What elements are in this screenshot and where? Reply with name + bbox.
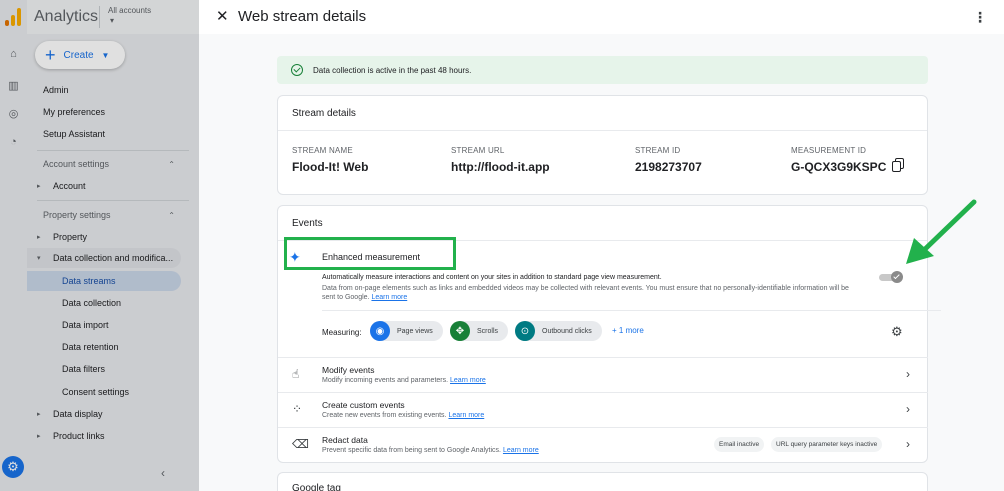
chip-label: Page views <box>397 327 433 335</box>
chip-label: Scrolls <box>477 327 499 335</box>
chip-page-views[interactable]: ◉ Page views <box>370 321 443 341</box>
chip-label: Outbound clicks <box>542 327 592 335</box>
stream-name-value: Flood-It! Web <box>292 160 369 174</box>
card-title: Google tag <box>292 483 341 491</box>
web-stream-details-panel: ✕ Web stream details ⋮ Data collection i… <box>199 0 1004 491</box>
eye-icon: ◉ <box>370 321 390 341</box>
enhanced-measurement-note: Data from on-page elements such as links… <box>322 284 862 302</box>
row-subtitle: Modify incoming events and parameters. L… <box>322 377 486 384</box>
stream-url-label: STREAM URL <box>451 146 505 155</box>
chip-outbound-clicks[interactable]: ⊙ Outbound clicks <box>515 321 602 341</box>
row-subtitle: Prevent specific data from being sent to… <box>322 447 539 454</box>
stream-name-label: STREAM NAME <box>292 146 353 155</box>
stream-url-value: http://flood-it.app <box>451 160 550 174</box>
redact-data-row[interactable]: ⌫ Redact data Prevent specific data from… <box>278 427 928 461</box>
status-badge: URL query parameter keys inactive <box>771 437 883 452</box>
measuring-label: Measuring: <box>322 328 362 337</box>
annotation-arrow <box>906 199 977 264</box>
modal-scrim[interactable] <box>0 0 199 491</box>
learn-more-link[interactable]: Learn more <box>448 412 484 419</box>
stream-details-card: Stream details STREAM NAME Flood-It! Web… <box>277 95 928 195</box>
stream-id-value: 2198273707 <box>635 160 702 174</box>
check-icon <box>891 271 903 283</box>
more-measurements-link[interactable]: + 1 more <box>612 326 644 335</box>
create-custom-events-row[interactable]: ⁘ Create custom events Create new events… <box>278 392 928 426</box>
learn-more-link[interactable]: Learn more <box>450 377 486 384</box>
google-tag-card: Google tag <box>277 472 928 491</box>
check-circle-icon <box>291 64 303 76</box>
modify-events-row[interactable]: ☝ Modify events Modify incoming events a… <box>278 357 928 391</box>
enhanced-measurement-toggle[interactable] <box>879 271 903 283</box>
touch-icon: ☝ <box>292 367 300 381</box>
learn-more-link[interactable]: Learn more <box>503 447 539 454</box>
close-icon[interactable]: ✕ <box>216 7 229 25</box>
row-subtitle: Create new events from existing events. … <box>322 412 485 419</box>
measurement-id-label: MEASUREMENT ID <box>791 146 867 155</box>
mouse-icon: ⊙ <box>515 321 535 341</box>
row-title: Redact data <box>322 435 368 445</box>
stream-id-label: STREAM ID <box>635 146 681 155</box>
banner-text: Data collection is active in the past 48… <box>313 65 472 75</box>
card-title: Events <box>292 218 323 229</box>
measurement-id-value: G-QCX3G9KSPC <box>791 160 887 174</box>
chevron-right-icon: › <box>906 437 910 451</box>
crosshair-icon: ✥ <box>450 321 470 341</box>
divider <box>322 310 941 311</box>
row-title: Modify events <box>322 365 375 375</box>
panel-header: ✕ Web stream details ⋮ <box>199 0 1004 34</box>
chevron-right-icon: › <box>906 367 910 381</box>
status-banner: Data collection is active in the past 48… <box>277 56 928 84</box>
gear-icon[interactable]: ⚙ <box>891 324 903 340</box>
sparkle-icon: ✦ <box>289 249 301 265</box>
status-badge: Email inactive <box>714 437 765 452</box>
chip-scrolls[interactable]: ✥ Scrolls <box>450 321 509 341</box>
enhanced-measurement-title: Enhanced measurement <box>322 252 421 262</box>
more-vert-icon[interactable]: ⋮ <box>973 9 987 26</box>
copy-icon[interactable] <box>892 158 904 172</box>
learn-more-link[interactable]: Learn more <box>371 294 407 301</box>
divider <box>278 130 927 131</box>
card-title: Stream details <box>292 108 356 119</box>
click-sparkle-icon: ⁘ <box>292 402 303 416</box>
eraser-icon: ⌫ <box>292 437 309 451</box>
page-title: Web stream details <box>238 8 367 25</box>
chevron-right-icon: › <box>906 402 910 416</box>
row-title: Create custom events <box>322 400 405 410</box>
enhanced-measurement-description: Automatically measure interactions and c… <box>322 274 662 281</box>
